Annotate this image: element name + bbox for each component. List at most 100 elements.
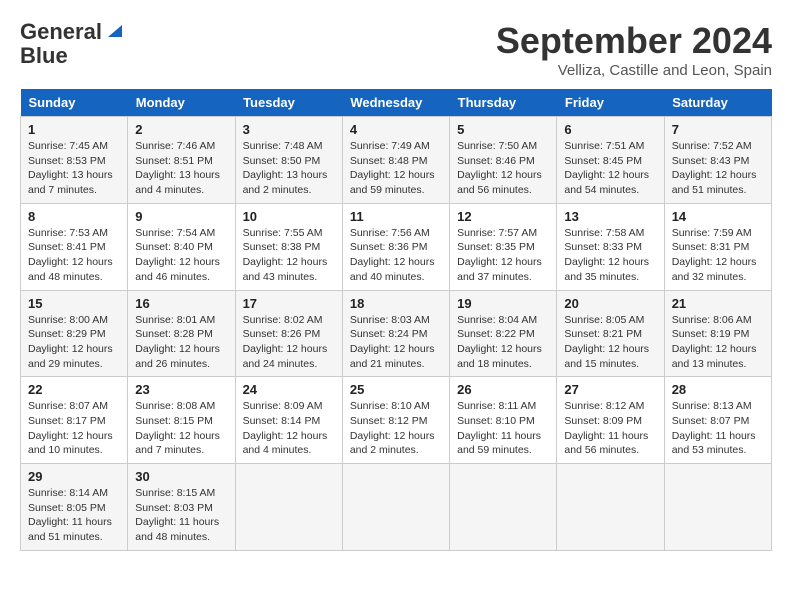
day-info: Sunrise: 7:59 AMSunset: 8:31 PMDaylight:…	[672, 226, 764, 285]
day-number: 9	[135, 209, 227, 224]
day-info: Sunrise: 8:02 AMSunset: 8:26 PMDaylight:…	[243, 313, 335, 372]
day-number: 4	[350, 122, 442, 137]
day-number: 13	[564, 209, 656, 224]
week-row-2: 8 Sunrise: 7:53 AMSunset: 8:41 PMDaylight…	[21, 203, 772, 290]
day-info: Sunrise: 7:58 AMSunset: 8:33 PMDaylight:…	[564, 226, 656, 285]
day-cell: 23 Sunrise: 8:08 AMSunset: 8:15 PMDayligh…	[128, 377, 235, 464]
day-cell: 3 Sunrise: 7:48 AMSunset: 8:50 PMDaylight…	[235, 117, 342, 204]
day-info: Sunrise: 7:57 AMSunset: 8:35 PMDaylight:…	[457, 226, 549, 285]
day-info: Sunrise: 8:03 AMSunset: 8:24 PMDaylight:…	[350, 313, 442, 372]
page-header: General Blue September 2024 Velliza, Cas…	[20, 20, 772, 79]
week-row-1: 1 Sunrise: 7:45 AMSunset: 8:53 PMDaylight…	[21, 117, 772, 204]
day-info: Sunrise: 8:11 AMSunset: 8:10 PMDaylight:…	[457, 399, 549, 458]
day-info: Sunrise: 7:51 AMSunset: 8:45 PMDaylight:…	[564, 139, 656, 198]
day-number: 29	[28, 469, 120, 484]
day-cell: 16Sunrise: 8:01 AMSunset: 8:28 PMDayligh…	[128, 290, 235, 377]
day-cell	[450, 464, 557, 551]
day-number: 22	[28, 382, 120, 397]
day-number: 3	[243, 122, 335, 137]
day-number: 26	[457, 382, 549, 397]
day-cell	[342, 464, 449, 551]
day-info: Sunrise: 7:53 AMSunset: 8:41 PMDaylight:…	[28, 226, 120, 285]
day-cell: 19Sunrise: 8:04 AMSunset: 8:22 PMDayligh…	[450, 290, 557, 377]
day-cell: 9Sunrise: 7:54 AMSunset: 8:40 PMDaylight…	[128, 203, 235, 290]
week-row-4: 22Sunrise: 8:07 AMSunset: 8:17 PMDayligh…	[21, 377, 772, 464]
day-cell: 21Sunrise: 8:06 AMSunset: 8:19 PMDayligh…	[664, 290, 771, 377]
day-number: 1	[28, 122, 120, 137]
day-cell: 5 Sunrise: 7:50 AMSunset: 8:46 PMDaylight…	[450, 117, 557, 204]
day-info: Sunrise: 8:15 AMSunset: 8:03 PMDaylight:…	[135, 486, 227, 545]
day-cell: 28 Sunrise: 8:13 AMSunset: 8:07 PMDayligh…	[664, 377, 771, 464]
day-cell: 29 Sunrise: 8:14 AMSunset: 8:05 PMDayligh…	[21, 464, 128, 551]
header-saturday: Saturday	[664, 89, 771, 117]
day-number: 30	[135, 469, 227, 484]
day-cell: 2Sunrise: 7:46 AMSunset: 8:51 PMDaylight…	[128, 117, 235, 204]
day-number: 12	[457, 209, 549, 224]
day-cell	[557, 464, 664, 551]
logo-icon	[104, 21, 122, 39]
day-number: 17	[243, 296, 335, 311]
day-info: Sunrise: 7:50 AMSunset: 8:46 PMDaylight:…	[457, 139, 549, 198]
day-number: 11	[350, 209, 442, 224]
header-wednesday: Wednesday	[342, 89, 449, 117]
day-info: Sunrise: 8:10 AMSunset: 8:12 PMDaylight:…	[350, 399, 442, 458]
day-number: 27	[564, 382, 656, 397]
day-info: Sunrise: 8:13 AMSunset: 8:07 PMDaylight:…	[672, 399, 764, 458]
day-cell: 18 Sunrise: 8:03 AMSunset: 8:24 PMDayligh…	[342, 290, 449, 377]
header-monday: Monday	[128, 89, 235, 117]
day-info: Sunrise: 7:49 AMSunset: 8:48 PMDaylight:…	[350, 139, 442, 198]
day-number: 18	[350, 296, 442, 311]
day-cell: 8 Sunrise: 7:53 AMSunset: 8:41 PMDaylight…	[21, 203, 128, 290]
week-row-5: 29 Sunrise: 8:14 AMSunset: 8:05 PMDayligh…	[21, 464, 772, 551]
day-number: 20	[564, 296, 656, 311]
day-cell: 14 Sunrise: 7:59 AMSunset: 8:31 PMDayligh…	[664, 203, 771, 290]
day-cell: 24 Sunrise: 8:09 AMSunset: 8:14 PMDayligh…	[235, 377, 342, 464]
day-info: Sunrise: 8:08 AMSunset: 8:15 PMDaylight:…	[135, 399, 227, 458]
day-number: 19	[457, 296, 549, 311]
week-row-3: 15Sunrise: 8:00 AMSunset: 8:29 PMDayligh…	[21, 290, 772, 377]
header-sunday: Sunday	[21, 89, 128, 117]
logo-text-blue: Blue	[20, 44, 68, 68]
calendar-header-row: SundayMondayTuesdayWednesdayThursdayFrid…	[21, 89, 772, 117]
header-thursday: Thursday	[450, 89, 557, 117]
day-number: 14	[672, 209, 764, 224]
day-cell: 7 Sunrise: 7:52 AMSunset: 8:43 PMDaylight…	[664, 117, 771, 204]
day-cell: 13 Sunrise: 7:58 AMSunset: 8:33 PMDayligh…	[557, 203, 664, 290]
day-info: Sunrise: 8:12 AMSunset: 8:09 PMDaylight:…	[564, 399, 656, 458]
day-cell: 27 Sunrise: 8:12 AMSunset: 8:09 PMDayligh…	[557, 377, 664, 464]
day-info: Sunrise: 7:56 AMSunset: 8:36 PMDaylight:…	[350, 226, 442, 285]
day-cell: 22Sunrise: 8:07 AMSunset: 8:17 PMDayligh…	[21, 377, 128, 464]
day-info: Sunrise: 8:01 AMSunset: 8:28 PMDaylight:…	[135, 313, 227, 372]
day-cell: 4 Sunrise: 7:49 AMSunset: 8:48 PMDaylight…	[342, 117, 449, 204]
day-cell: 10 Sunrise: 7:55 AMSunset: 8:38 PMDayligh…	[235, 203, 342, 290]
day-number: 28	[672, 382, 764, 397]
day-info: Sunrise: 7:52 AMSunset: 8:43 PMDaylight:…	[672, 139, 764, 198]
day-number: 5	[457, 122, 549, 137]
day-cell: 20 Sunrise: 8:05 AMSunset: 8:21 PMDayligh…	[557, 290, 664, 377]
day-info: Sunrise: 8:00 AMSunset: 8:29 PMDaylight:…	[28, 313, 120, 372]
day-number: 6	[564, 122, 656, 137]
day-number: 23	[135, 382, 227, 397]
month-title: September 2024	[496, 20, 772, 62]
day-cell: 1 Sunrise: 7:45 AMSunset: 8:53 PMDaylight…	[21, 117, 128, 204]
day-number: 21	[672, 296, 764, 311]
day-number: 24	[243, 382, 335, 397]
calendar-table: SundayMondayTuesdayWednesdayThursdayFrid…	[20, 89, 772, 551]
day-cell	[235, 464, 342, 551]
day-number: 2	[135, 122, 227, 137]
day-number: 7	[672, 122, 764, 137]
day-cell: 12 Sunrise: 7:57 AMSunset: 8:35 PMDayligh…	[450, 203, 557, 290]
day-cell	[664, 464, 771, 551]
day-info: Sunrise: 8:05 AMSunset: 8:21 PMDaylight:…	[564, 313, 656, 372]
day-cell: 15Sunrise: 8:00 AMSunset: 8:29 PMDayligh…	[21, 290, 128, 377]
day-cell: 26 Sunrise: 8:11 AMSunset: 8:10 PMDayligh…	[450, 377, 557, 464]
day-info: Sunrise: 7:55 AMSunset: 8:38 PMDaylight:…	[243, 226, 335, 285]
header-friday: Friday	[557, 89, 664, 117]
day-number: 10	[243, 209, 335, 224]
day-number: 8	[28, 209, 120, 224]
header-tuesday: Tuesday	[235, 89, 342, 117]
day-info: Sunrise: 7:48 AMSunset: 8:50 PMDaylight:…	[243, 139, 335, 198]
day-info: Sunrise: 8:09 AMSunset: 8:14 PMDaylight:…	[243, 399, 335, 458]
day-info: Sunrise: 8:14 AMSunset: 8:05 PMDaylight:…	[28, 486, 120, 545]
day-info: Sunrise: 7:45 AMSunset: 8:53 PMDaylight:…	[28, 139, 120, 198]
